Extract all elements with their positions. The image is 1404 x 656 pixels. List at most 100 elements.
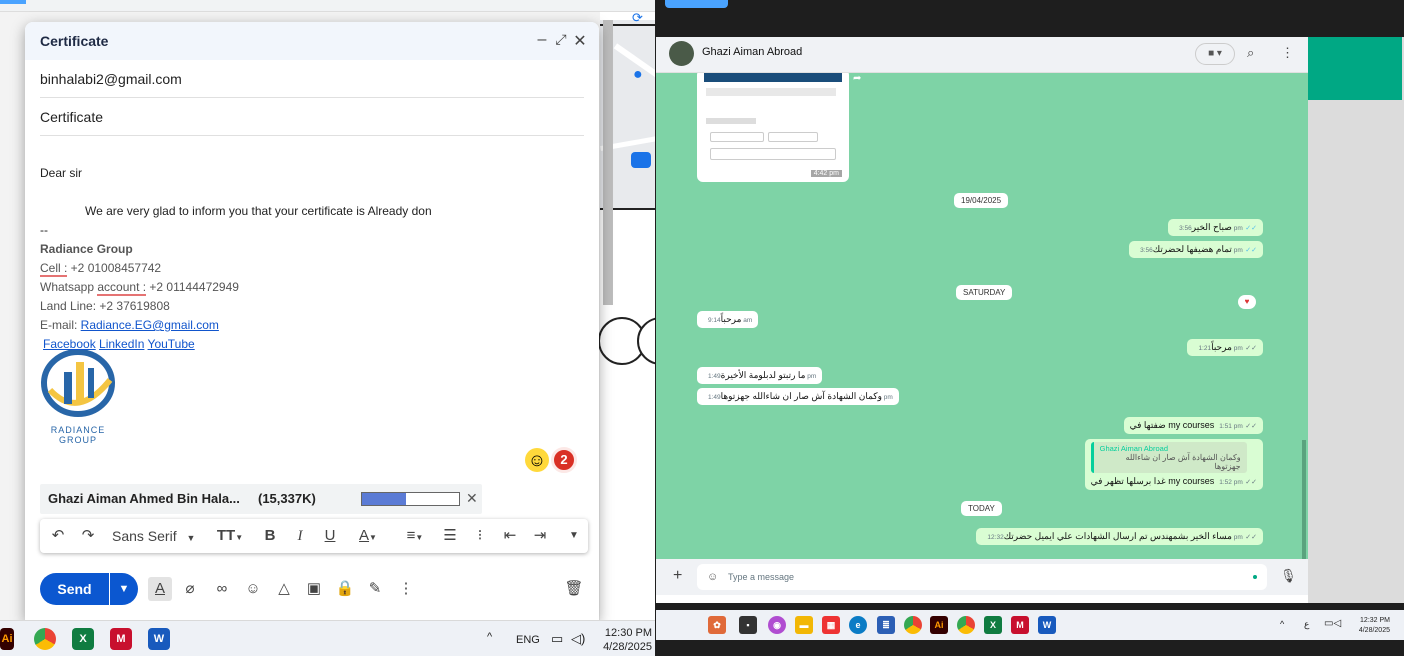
signature-separator: --	[40, 223, 48, 237]
contact-avatar[interactable]	[669, 41, 694, 66]
send-row: Send ▼ A ⌀ ∞ ☺ △ ▣ 🔒 ✎ ⋮ 🗑	[40, 573, 584, 605]
remove-attachment-icon[interactable]: ✕	[466, 490, 478, 507]
volume-icon[interactable]: ◁)	[571, 631, 585, 647]
indent-more-icon[interactable]: ⇥	[530, 525, 550, 547]
excel-icon[interactable]: X	[984, 616, 1002, 634]
text-color-icon[interactable]: A▼	[350, 525, 386, 547]
message-out[interactable]: مساء الخير بشمهندس تم ارسال الشهادات علي…	[976, 528, 1263, 545]
message-in[interactable]: وكمان الشهادة آش صار ان شاءالله جهزتوها1…	[697, 388, 899, 405]
illustrator-icon[interactable]: Ai	[0, 628, 14, 650]
youtube-link[interactable]: YouTube	[148, 337, 195, 351]
message-body[interactable]: Dear sir We are very glad to inform you …	[40, 162, 584, 354]
linkedin-link[interactable]: LinkedIn	[99, 337, 144, 351]
bold-icon[interactable]: B	[260, 525, 280, 547]
contact-name[interactable]: Ghazi Aiman Abroad	[702, 46, 802, 58]
chat-header[interactable]: Ghazi Aiman Abroad ■ ▾ ⌕ ⋮	[656, 37, 1308, 73]
heart-reaction-icon[interactable]: ♥	[1238, 295, 1256, 309]
clock[interactable]: 12:30 PM 4/28/2025	[598, 626, 652, 654]
task-view-icon[interactable]: ▪	[739, 616, 757, 634]
message-out-reply[interactable]: Ghazi Aiman Abroad وكمان الشهادة آش صار …	[1084, 439, 1263, 490]
message-out[interactable]: مرحباً1:21 pm ✓✓	[1187, 339, 1263, 356]
tray-chevron-icon[interactable]: ^	[487, 631, 492, 643]
tray-chevron-icon[interactable]: ^	[1280, 619, 1284, 629]
chrome-icon[interactable]	[904, 616, 922, 634]
notification-badge[interactable]: 2	[551, 447, 577, 473]
date-chip: 19/04/2025	[954, 193, 1009, 208]
indent-less-icon[interactable]: ⇤	[500, 525, 520, 547]
close-icon[interactable]: ✕	[571, 31, 589, 51]
date-chip: TODAY	[961, 501, 1002, 516]
illustrator-icon[interactable]: Ai	[930, 616, 948, 634]
attach-file-icon[interactable]: ⌀	[178, 577, 202, 601]
quoted-message[interactable]: Ghazi Aiman Abroad وكمان الشهادة آش صار …	[1090, 442, 1247, 473]
edge-icon[interactable]: e	[849, 616, 867, 634]
cell-line: Cell : +2 01008457742	[40, 261, 162, 277]
message-out[interactable]: تمام هضيفها لحضرتك3:56 pm ✓✓	[1129, 241, 1263, 258]
fullscreen-icon[interactable]: ⤢	[552, 31, 570, 48]
minimize-icon[interactable]: –	[533, 31, 551, 49]
message-in[interactable]: ما رتبتو لدبلومة الأخيرة1:49 pm	[697, 367, 823, 384]
word-icon[interactable]: W	[1038, 616, 1056, 634]
formatting-options-icon[interactable]: A	[148, 577, 172, 601]
insert-link-icon[interactable]: ∞	[210, 577, 234, 601]
chrome-icon-2[interactable]	[957, 616, 975, 634]
mcafee-icon[interactable]: M	[1011, 616, 1029, 634]
widgets-icon[interactable]: ✿	[708, 616, 726, 634]
network-icon[interactable]: ▭◁	[1324, 618, 1341, 629]
confidential-mode-icon[interactable]: 🔒	[333, 577, 357, 601]
message-out[interactable]: صباح الخير3:56 pm ✓✓	[1168, 219, 1263, 236]
message-input[interactable]: Type a message	[697, 564, 1267, 590]
copilot-icon[interactable]: ◉	[768, 616, 786, 634]
attachment-chip[interactable]: Ghazi Aiman Ahmed Bin Hala... (15,337K) …	[40, 484, 482, 514]
background-scrollbar[interactable]	[603, 20, 613, 305]
bulleted-list-icon[interactable]: ⁝	[470, 525, 490, 547]
subject-field[interactable]: Certificate	[40, 98, 584, 136]
word-icon[interactable]: W	[148, 628, 170, 650]
chat-scrollbar[interactable]	[1302, 440, 1306, 559]
emoji-icon[interactable]: ☺	[707, 571, 718, 583]
excel-icon[interactable]: X	[72, 628, 94, 650]
more-formatting-icon[interactable]: ▼	[564, 525, 584, 547]
menu-icon[interactable]: ⋮	[1281, 45, 1294, 61]
compose-title: Certificate	[40, 33, 109, 49]
underline-icon[interactable]: U	[320, 525, 340, 547]
language-indicator[interactable]: ENG	[516, 634, 540, 646]
app-icon[interactable]: ▦	[822, 616, 840, 634]
smiley-icon[interactable]: ☺	[525, 448, 549, 472]
numbered-list-icon[interactable]: ☰	[440, 525, 460, 547]
signature-icon[interactable]: ✎	[363, 577, 387, 601]
font-size-icon[interactable]: TT▼	[212, 525, 248, 547]
redo-icon[interactable]: ↷	[78, 525, 98, 547]
video-icon	[631, 152, 651, 168]
chrome-icon[interactable]	[34, 628, 56, 650]
clock[interactable]: 12:32 PM 4/28/2025	[1346, 616, 1390, 636]
send-button[interactable]: Send	[40, 573, 109, 605]
message-in[interactable]: مرحباً9:14 am	[697, 311, 759, 328]
notepad-icon[interactable]: ≣	[877, 616, 895, 634]
send-options-button[interactable]: ▼	[110, 573, 138, 605]
align-icon[interactable]: ≡▼	[398, 525, 432, 547]
attach-icon[interactable]: +	[673, 567, 682, 585]
microphone-icon[interactable]: 🎙	[1280, 568, 1297, 584]
network-icon[interactable]: ▭	[551, 631, 563, 647]
image-message[interactable]: 4:42 pm	[697, 73, 849, 182]
italic-icon[interactable]: I	[290, 525, 310, 547]
drive-icon[interactable]: △	[272, 577, 296, 601]
video-call-button[interactable]: ■ ▾	[1195, 43, 1235, 65]
taskbar-left: Ai X M W ^ ENG ▭ ◁) 12:30 PM 4/28/2025	[0, 620, 655, 656]
forward-icon[interactable]: ➦	[853, 73, 861, 84]
mcafee-icon[interactable]: M	[110, 628, 132, 650]
to-field[interactable]: binhalabi2@gmail.com	[40, 60, 584, 98]
facebook-link[interactable]: Facebook	[43, 337, 96, 351]
undo-icon[interactable]: ↶	[48, 525, 68, 547]
language-indicator[interactable]: ع	[1304, 619, 1309, 630]
emoji-icon[interactable]: ☺	[241, 577, 265, 601]
discard-draft-icon[interactable]: 🗑	[562, 577, 586, 601]
insert-photo-icon[interactable]: ▣	[302, 577, 326, 601]
file-explorer-icon[interactable]: ▬	[795, 616, 813, 634]
font-select[interactable]: Sans Serif ▼	[112, 525, 204, 547]
more-options-icon[interactable]: ⋮	[394, 577, 418, 601]
search-icon[interactable]: ⌕	[1247, 45, 1254, 61]
message-out[interactable]: ضفتها في my courses 1:51 pm ✓✓	[1123, 417, 1263, 434]
email-link[interactable]: Radiance.EG@gmail.com	[81, 318, 219, 332]
